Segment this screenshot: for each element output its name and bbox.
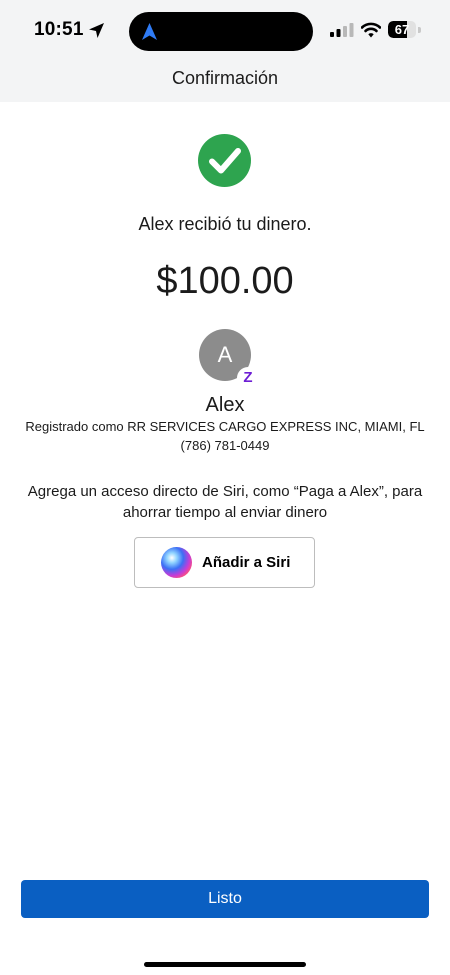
- location-arrow-icon: [89, 23, 104, 38]
- status-time: 10:51: [34, 19, 84, 40]
- confirmation-message: Alex recibió tu dinero.: [138, 214, 312, 234]
- add-to-siri-label: Añadir a Siri: [202, 554, 291, 571]
- siri-icon: [161, 547, 192, 578]
- home-indicator[interactable]: [144, 962, 306, 967]
- zelle-badge-icon: Z: [237, 367, 259, 389]
- battery-icon: 67: [388, 21, 422, 39]
- cellular-signal-icon: [330, 23, 354, 37]
- done-button[interactable]: Listo: [21, 880, 429, 918]
- recipient-registration: Registrado como RR SERVICES CARGO EXPRES…: [25, 419, 425, 434]
- battery-level: 67: [394, 22, 410, 37]
- wifi-icon: [361, 22, 381, 38]
- navigation-app-icon: [142, 23, 157, 40]
- recipient-phone: (786) 781-0449: [180, 438, 270, 453]
- dynamic-island: [129, 12, 313, 51]
- transfer-amount: $100.00: [156, 260, 294, 302]
- status-bar: 10:51 67: [0, 0, 450, 62]
- success-check-icon: [198, 134, 251, 187]
- page-title: Confirmación: [171, 68, 279, 88]
- battery-body: 67: [388, 21, 416, 38]
- battery-tip: [418, 27, 421, 33]
- recipient-name: Alex: [205, 394, 245, 416]
- add-to-siri-button[interactable]: Añadir a Siri: [134, 537, 315, 588]
- siri-shortcut-prompt: Agrega un acceso directo de Siri, como “…: [27, 483, 423, 521]
